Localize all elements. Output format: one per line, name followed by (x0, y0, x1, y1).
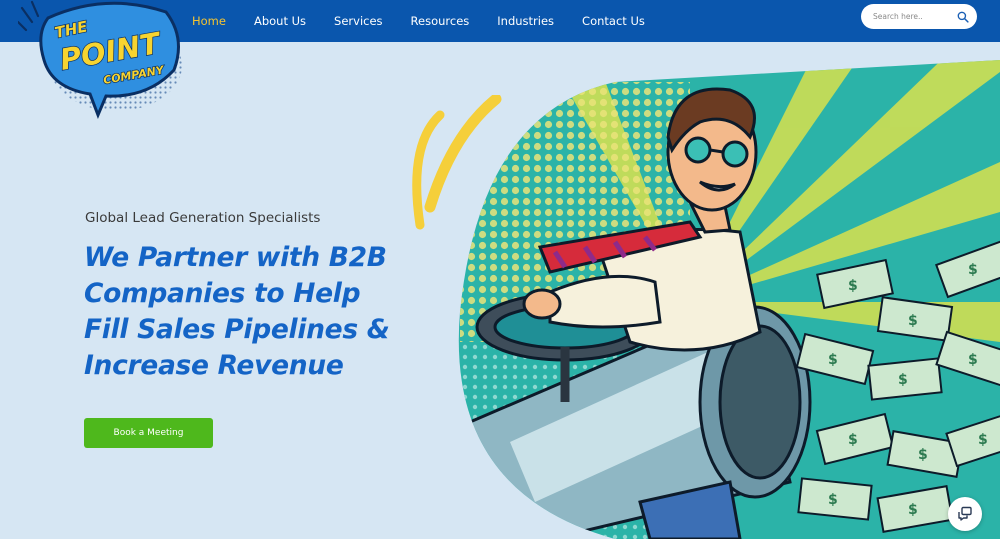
nav-item-contact-us[interactable]: Contact Us (582, 14, 645, 28)
headline-line: Companies to Help (84, 278, 361, 309)
svg-text:$: $ (968, 352, 978, 368)
chat-widget-button[interactable] (948, 497, 982, 531)
svg-text:$: $ (968, 262, 978, 278)
book-a-meeting-button[interactable]: Book a Meeting (84, 418, 213, 448)
headline-line: Increase Revenue (84, 350, 344, 381)
hero-illustration: $ $ $ $ $ $ $ $ $ $ $ (458, 60, 1000, 539)
svg-text:$: $ (908, 502, 918, 518)
hero-headline: We Partner with B2B Companies to Help Fi… (84, 240, 424, 384)
nav-item-about-us[interactable]: About Us (254, 14, 306, 28)
the-point-company-logo[interactable]: THE POINT COMPANY (18, 0, 188, 122)
svg-text:$: $ (848, 432, 858, 448)
chat-bubbles-icon (958, 506, 972, 521)
headline-line: Fill Sales Pipelines & (84, 314, 390, 345)
search-input[interactable] (873, 12, 951, 21)
svg-text:$: $ (828, 352, 838, 368)
nav-item-resources[interactable]: Resources (411, 14, 470, 28)
svg-text:$: $ (908, 313, 918, 329)
nav-item-industries[interactable]: Industries (497, 14, 554, 28)
svg-text:$: $ (898, 372, 908, 388)
svg-text:$: $ (848, 278, 858, 294)
nav-item-services[interactable]: Services (334, 14, 383, 28)
svg-text:$: $ (828, 492, 838, 508)
svg-text:$: $ (978, 432, 988, 448)
headline-line: We Partner with B2B (84, 242, 387, 273)
main-menu: Home About Us Services Resources Industr… (192, 0, 673, 42)
search-box (861, 4, 977, 29)
hero-tagline: Global Lead Generation Specialists (85, 210, 321, 226)
search-icon[interactable] (957, 11, 969, 23)
svg-text:$: $ (918, 447, 928, 463)
nav-item-home[interactable]: Home (192, 14, 226, 28)
